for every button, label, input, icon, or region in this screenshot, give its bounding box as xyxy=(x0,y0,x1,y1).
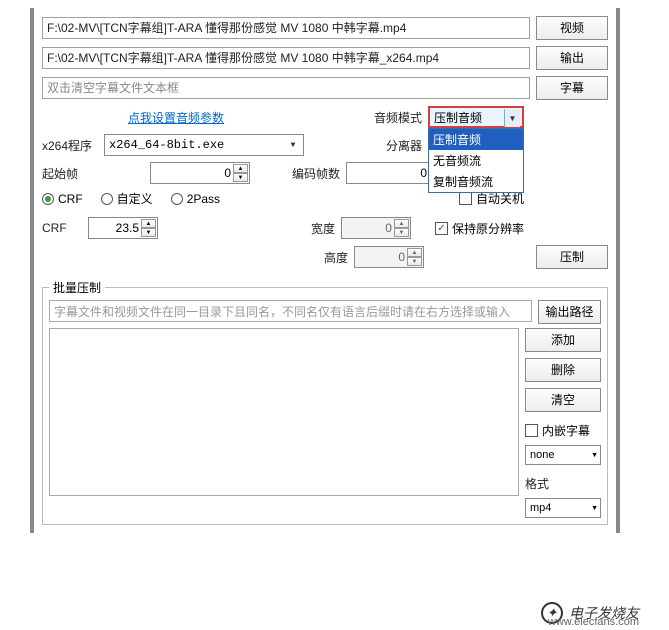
encode-frames-label: 编码帧数 xyxy=(292,165,340,182)
checkbox-icon xyxy=(525,424,538,437)
audio-mode-option-encode[interactable]: 压制音频 xyxy=(429,129,523,150)
batch-clear-button[interactable]: 清空 xyxy=(525,388,601,412)
height-input[interactable]: 0 ▲▼ xyxy=(354,246,424,268)
subtitle-browse-button[interactable]: 字幕 xyxy=(536,76,608,100)
radio-icon xyxy=(42,193,54,205)
x264-prog-label: x264程序 xyxy=(42,137,98,154)
keep-resolution-checkbox[interactable]: ✓ 保持原分辨率 xyxy=(435,220,524,237)
embed-subtitle-select[interactable]: none ▼ xyxy=(525,445,601,465)
chevron-down-icon: ▼ xyxy=(591,505,598,512)
audio-params-link[interactable]: 点我设置音频参数 xyxy=(128,109,224,126)
crf-value-input[interactable]: 23.5 ▲▼ xyxy=(88,217,158,239)
mode-radio-2pass[interactable]: 2Pass xyxy=(171,192,220,206)
checkbox-icon: ✓ xyxy=(435,222,448,235)
demuxer-label: 分离器 xyxy=(386,137,422,154)
app-window: F:\02-MV\[TCN字幕组]T-ARA 懂得那份感觉 MV 1080 中韩… xyxy=(30,8,620,533)
watermark-url: www.elecfans.com xyxy=(548,616,639,628)
output-browse-button[interactable]: 输出 xyxy=(536,46,608,70)
spinner-icon[interactable]: ▲▼ xyxy=(233,164,248,182)
audio-mode-select[interactable]: 压制音频 ▼ xyxy=(428,106,524,128)
chevron-down-icon: ▼ xyxy=(591,452,598,459)
batch-fieldset: 批量压制 字幕文件和视频文件在同一目录下且同名，不同名仅有语言后缀时请在右方选择… xyxy=(42,279,608,525)
subtitle-path-input[interactable]: 双击清空字幕文件文本框 xyxy=(42,77,530,99)
output-path-button[interactable]: 输出路径 xyxy=(538,300,601,324)
mode-radio-crf[interactable]: CRF xyxy=(42,192,83,206)
batch-subtitle-input[interactable]: 字幕文件和视频文件在同一目录下且同名，不同名仅有语言后缀时请在右方选择或输入 xyxy=(49,300,532,322)
output-path-input[interactable]: F:\02-MV\[TCN字幕组]T-ARA 懂得那份感觉 MV 1080 中韩… xyxy=(42,47,530,69)
checkbox-icon xyxy=(459,192,472,205)
spinner-icon[interactable]: ▲▼ xyxy=(141,219,156,237)
start-frame-input[interactable]: 0 ▲▼ xyxy=(150,162,250,184)
batch-delete-button[interactable]: 删除 xyxy=(525,358,601,382)
spinner-icon[interactable]: ▲▼ xyxy=(407,248,422,266)
x264-prog-select[interactable]: x264_64-8bit.exe ▼ xyxy=(104,134,304,156)
encode-button[interactable]: 压制 xyxy=(536,245,608,269)
mode-radio-custom[interactable]: 自定义 xyxy=(101,190,153,207)
format-label: 格式 xyxy=(525,475,601,492)
audio-mode-option-none[interactable]: 无音频流 xyxy=(429,150,523,171)
chevron-down-icon: ▼ xyxy=(504,109,520,127)
radio-icon xyxy=(101,193,113,205)
chevron-down-icon: ▼ xyxy=(285,136,301,154)
crf-value-label: CRF xyxy=(42,221,82,235)
audio-mode-dropdown: 压制音频 无音频流 复制音频流 xyxy=(428,128,524,193)
audio-mode-label: 音频模式 xyxy=(374,109,422,126)
width-input[interactable]: 0 ▲▼ xyxy=(341,217,411,239)
start-frame-label: 起始帧 xyxy=(42,165,98,182)
embed-subtitle-checkbox[interactable]: 内嵌字幕 xyxy=(525,422,601,439)
batch-legend: 批量压制 xyxy=(49,279,105,296)
batch-file-list[interactable] xyxy=(49,328,519,496)
format-select[interactable]: mp4 ▼ xyxy=(525,498,601,518)
batch-add-button[interactable]: 添加 xyxy=(525,328,601,352)
spinner-icon[interactable]: ▲▼ xyxy=(394,219,409,237)
height-label: 高度 xyxy=(324,249,348,266)
width-label: 宽度 xyxy=(311,220,335,237)
video-browse-button[interactable]: 视频 xyxy=(536,16,608,40)
audio-mode-option-copy[interactable]: 复制音频流 xyxy=(429,171,523,192)
video-path-input[interactable]: F:\02-MV\[TCN字幕组]T-ARA 懂得那份感觉 MV 1080 中韩… xyxy=(42,17,530,39)
radio-icon xyxy=(171,193,183,205)
